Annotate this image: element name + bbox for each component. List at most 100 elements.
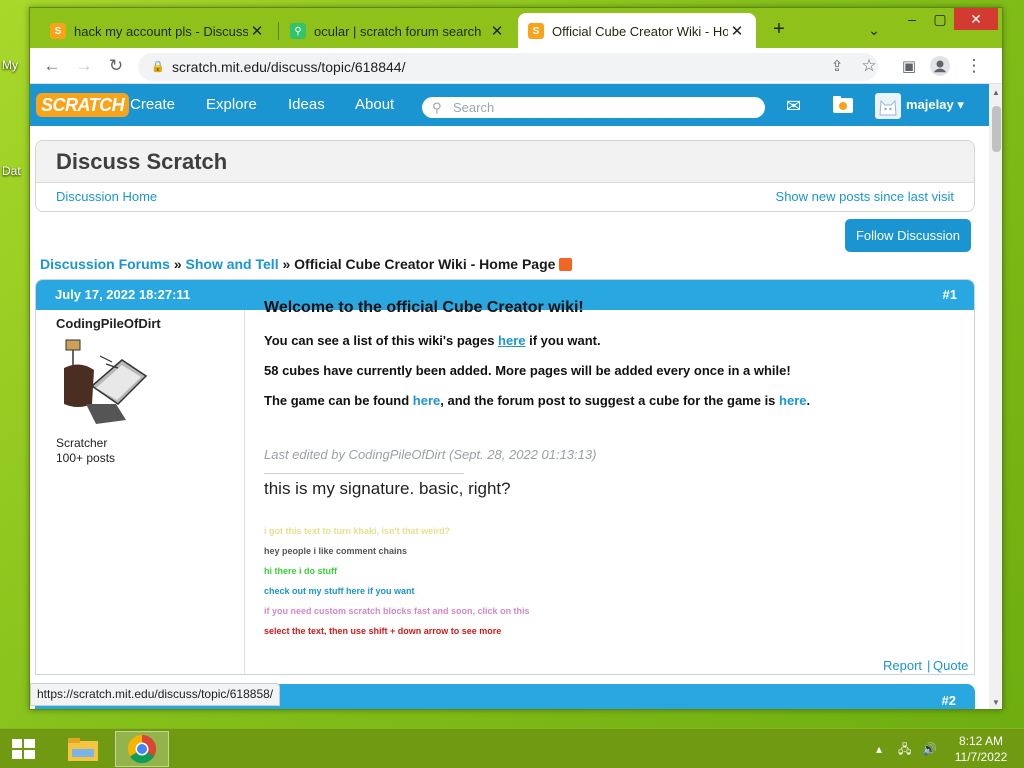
wiki-pages-link[interactable]: here <box>498 333 525 348</box>
tab-title: Official Cube Creator Wiki - Hom <box>552 23 728 39</box>
rss-feed-icon[interactable] <box>559 258 573 271</box>
action-separator: | <box>927 658 931 673</box>
discussion-home-link[interactable]: Discussion Home <box>56 189 157 204</box>
nav-create[interactable]: Create <box>130 84 175 126</box>
reload-icon[interactable]: ↻ <box>104 54 128 78</box>
chrome-taskbar-icon[interactable] <box>115 731 169 767</box>
breadcrumb-category-link[interactable]: Show and Tell <box>186 256 279 272</box>
close-tab-icon[interactable]: ✕ <box>728 22 746 40</box>
breadcrumb-forums-link[interactable]: Discussion Forums <box>40 256 170 272</box>
close-tab-icon[interactable]: ✕ <box>488 22 506 40</box>
tab-search-chevron-icon[interactable]: ⌄ <box>864 19 884 41</box>
my-stuff-folder-icon[interactable] <box>832 95 854 120</box>
post-number-link[interactable]: #1 <box>943 280 957 310</box>
search-placeholder: Search <box>453 100 495 115</box>
scratch-favicon-icon: S <box>528 23 544 39</box>
user-avatar[interactable] <box>875 93 901 119</box>
author-post-count: 100+ posts <box>56 451 116 465</box>
author-username-link[interactable]: CodingPileOfDirt <box>56 316 161 331</box>
new-posts-link[interactable]: Show new posts since last visit <box>776 189 954 204</box>
tab-strip: S hack my account pls - Discuss Sc ✕ ⚲ o… <box>30 8 1002 49</box>
forward-arrow-icon[interactable]: → <box>72 54 96 78</box>
network-icon[interactable]: 🖧 <box>898 729 911 768</box>
username-label: majelay <box>906 97 954 112</box>
page-scrollbar[interactable]: ▲ ▼ <box>989 84 1002 709</box>
close-window-button[interactable]: ✕ <box>954 8 998 30</box>
tab-cube-creator-wiki[interactable]: S Official Cube Creator Wiki - Hom ✕ <box>518 13 756 49</box>
tab-title: ocular | scratch forum search <box>314 23 482 39</box>
username-menu[interactable]: majelay ▾ <box>906 84 964 126</box>
signature-link-line[interactable]: if you need custom scratch blocks fast a… <box>264 606 530 616</box>
nav-about[interactable]: About <box>355 84 394 126</box>
browser-window: S hack my account pls - Discuss Sc ✕ ⚲ o… <box>29 7 1003 710</box>
scroll-down-arrow-icon[interactable]: ▼ <box>992 698 1000 707</box>
start-button[interactable] <box>0 729 48 768</box>
back-arrow-icon[interactable]: ← <box>40 54 64 78</box>
breadcrumb-separator: » <box>173 256 182 272</box>
post-paragraph: 58 cubes have currently been added. More… <box>264 363 791 378</box>
scroll-up-arrow-icon[interactable]: ▲ <box>992 88 1000 97</box>
last-edited-note: Last edited by CodingPileOfDirt (Sept. 2… <box>264 447 597 462</box>
share-icon[interactable]: ⇪ <box>825 54 849 78</box>
tab-title: hack my account pls - Discuss Sc <box>74 23 248 39</box>
signature-line: hey people i like comment chains <box>264 546 408 556</box>
scratch-search-input[interactable]: ⚲ Search <box>422 97 765 118</box>
scratch-favicon-icon: S <box>50 23 66 39</box>
nav-explore[interactable]: Explore <box>206 84 257 126</box>
post-date: July 17, 2022 18:27:11 <box>55 287 191 302</box>
ocular-favicon-icon: ⚲ <box>290 23 306 39</box>
game-link[interactable]: here <box>413 393 440 408</box>
paragraph-text: You can see a list of this wiki's pages <box>264 333 499 348</box>
paragraph-text: , and the forum post to suggest a cube f… <box>440 393 780 408</box>
profile-icon[interactable] <box>928 54 952 78</box>
author-avatar[interactable] <box>56 338 148 430</box>
url-text: scratch.mit.edu/discuss/topic/618844/ <box>172 59 406 75</box>
tab-ocular-search[interactable]: ⚲ ocular | scratch forum search ✕ <box>280 13 516 49</box>
scratch-navbar: SCRATCH Create Explore Ideas About ⚲ Sea… <box>30 84 989 126</box>
menu-kebab-icon[interactable]: ⋮ <box>962 54 986 78</box>
report-link[interactable]: Report <box>883 658 922 673</box>
clock-time: 8:12 AM <box>958 734 1004 748</box>
tab-hack-my-account[interactable]: S hack my account pls - Discuss Sc ✕ <box>40 13 276 49</box>
signature-link-line[interactable]: check out my stuff here if you want <box>264 586 415 596</box>
signature-line: select the text, then use shift + down a… <box>264 626 502 635</box>
quote-link[interactable]: Quote <box>933 658 968 673</box>
scratch-logo[interactable]: SCRATCH <box>36 93 130 117</box>
page-viewport: SCRATCH Create Explore Ideas About ⚲ Sea… <box>30 84 1002 709</box>
desktop-icon-label[interactable]: My <box>2 58 18 72</box>
breadcrumb: Discussion Forums » Show and Tell » Offi… <box>40 256 573 272</box>
suggest-cube-link[interactable]: here <box>779 393 806 408</box>
discuss-header-box: Discuss Scratch Discussion Home Show new… <box>35 140 975 212</box>
address-bar[interactable]: 🔒 scratch.mit.edu/discuss/topic/618844/ <box>138 53 878 81</box>
follow-discussion-button[interactable]: Follow Discussion <box>845 219 971 252</box>
minimize-button[interactable]: – <box>900 8 924 30</box>
file-explorer-icon[interactable] <box>56 731 110 767</box>
post-author-panel: CodingPileOfDirt Scratcher 100+ posts <box>36 310 245 674</box>
signature-line: hi there i do stuff <box>264 566 337 576</box>
link-status-bubble: https://scratch.mit.edu/discuss/topic/61… <box>30 683 281 706</box>
paragraph-text: . <box>806 393 811 408</box>
signature-divider <box>264 473 464 474</box>
desktop-icon-label[interactable]: Dat <box>2 164 21 178</box>
new-tab-button[interactable]: + <box>768 17 790 41</box>
nav-ideas[interactable]: Ideas <box>288 84 325 126</box>
maximize-button[interactable]: ▢ <box>928 8 952 30</box>
side-panel-icon[interactable]: ▣ <box>897 54 921 78</box>
bookmark-star-icon[interactable]: ☆ <box>857 54 881 78</box>
search-icon: ⚲ <box>432 100 442 115</box>
show-hidden-icons-icon[interactable]: ▴ <box>876 729 882 768</box>
post-heading: Welcome to the official Cube Creator wik… <box>264 299 584 316</box>
signature-text: this is my signature. basic, right? <box>264 479 511 498</box>
system-clock[interactable]: 8:12 AM 11/7/2022 <box>946 733 1016 765</box>
paragraph-text: if you want. <box>525 333 601 348</box>
breadcrumb-topic: Official Cube Creator Wiki - Home Page <box>294 256 556 272</box>
close-tab-icon[interactable]: ✕ <box>248 22 266 40</box>
forum-post: July 17, 2022 18:27:11 #1 CodingPileOfDi… <box>35 279 975 675</box>
scrollbar-thumb[interactable] <box>992 106 1001 152</box>
post-paragraph: The game can be found here, and the foru… <box>264 393 810 408</box>
messages-envelope-icon[interactable]: ✉ <box>786 96 801 117</box>
post-number-link[interactable]: #2 <box>942 686 956 709</box>
clock-date: 11/7/2022 <box>954 750 1008 764</box>
post-paragraph: You can see a list of this wiki's pages … <box>264 333 601 348</box>
volume-icon[interactable]: 🔊 <box>922 729 937 768</box>
